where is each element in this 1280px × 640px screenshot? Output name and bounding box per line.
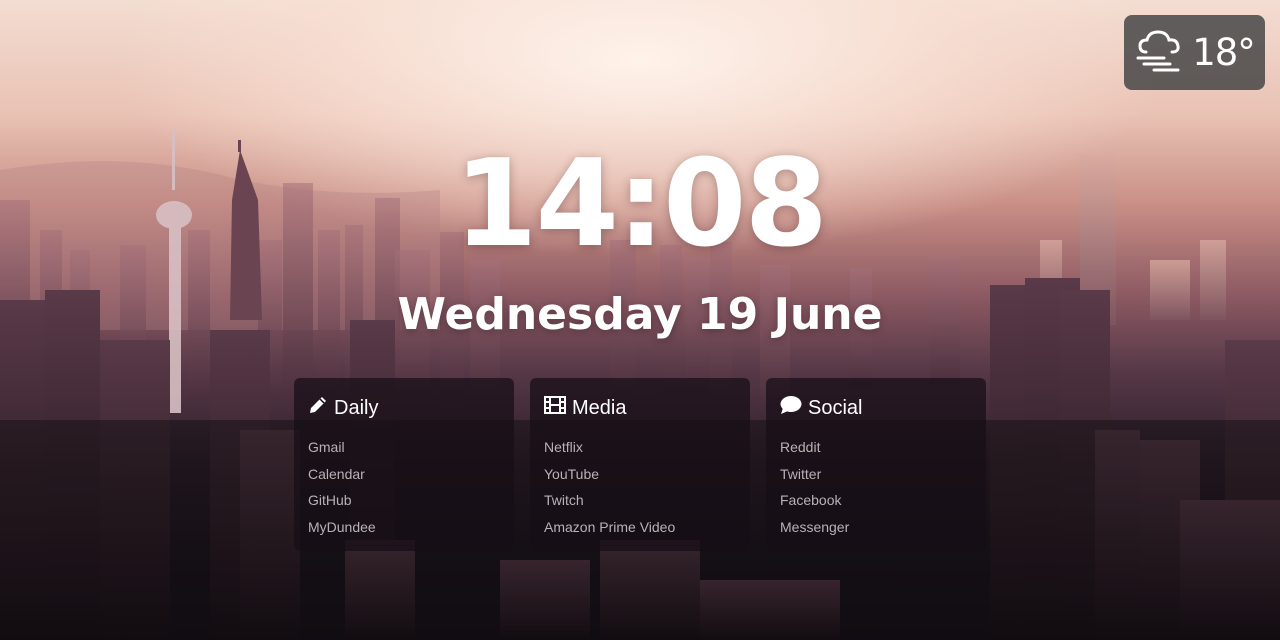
temperature-text: 18° — [1192, 31, 1256, 74]
link-calendar[interactable]: Calendar — [308, 461, 500, 488]
link-youtube[interactable]: YouTube — [544, 461, 736, 488]
link-amazon-prime-video[interactable]: Amazon Prime Video — [544, 514, 736, 541]
chat-bubble-icon — [780, 395, 802, 421]
panel-media: Media Netflix YouTube Twitch Amazon Prim… — [530, 378, 750, 551]
panel-daily-header: Daily — [308, 394, 500, 422]
weather-widget[interactable]: 18° — [1124, 15, 1265, 90]
link-reddit[interactable]: Reddit — [780, 434, 972, 461]
clock-date: Wednesday 19 June — [397, 289, 883, 340]
link-github[interactable]: GitHub — [308, 487, 500, 514]
link-netflix[interactable]: Netflix — [544, 434, 736, 461]
panel-media-header: Media — [544, 394, 736, 422]
panel-social-title: Social — [808, 396, 863, 419]
clock-time: 14:08 — [454, 135, 828, 274]
panel-social: Social Reddit Twitter Facebook Messenger — [766, 378, 986, 551]
pencil-icon — [308, 395, 328, 421]
link-messenger[interactable]: Messenger — [780, 514, 972, 541]
link-mydundee[interactable]: MyDundee — [308, 514, 500, 541]
panel-daily-title: Daily — [334, 396, 379, 419]
link-twitter[interactable]: Twitter — [780, 461, 972, 488]
panel-daily: Daily Gmail Calendar GitHub MyDundee — [294, 378, 514, 551]
link-twitch[interactable]: Twitch — [544, 487, 736, 514]
link-facebook[interactable]: Facebook — [780, 487, 972, 514]
panel-media-title: Media — [572, 396, 627, 419]
panel-social-header: Social — [780, 394, 972, 422]
cloud-wind-rain-icon — [1134, 28, 1184, 77]
link-gmail[interactable]: Gmail — [308, 434, 500, 461]
bookmark-panels: Daily Gmail Calendar GitHub MyDundee Med… — [294, 378, 986, 551]
film-icon — [544, 396, 566, 420]
